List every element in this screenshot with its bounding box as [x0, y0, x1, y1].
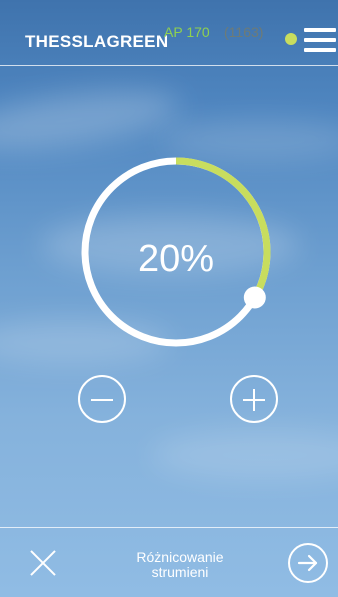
brand-logo: THESSLAGREEN — [25, 32, 169, 51]
cloud — [0, 79, 183, 161]
arrow-right-circle-icon — [297, 554, 318, 572]
increase-button[interactable] — [230, 375, 278, 423]
close-button[interactable] — [28, 548, 58, 578]
app-header: THESSLAGREEN AP 170 (1163) — [0, 0, 338, 66]
footer-label-line1: Różnicowanie — [136, 549, 224, 565]
device-model: AP 170 — [164, 24, 210, 40]
app-footer: Różnicowanie strumieni — [0, 527, 338, 597]
footer-label: Różnicowanie strumieni — [110, 550, 250, 580]
decrease-button[interactable] — [78, 375, 126, 423]
menu-bar — [304, 48, 336, 52]
next-button[interactable] — [288, 543, 328, 583]
menu-bar — [304, 28, 336, 32]
device-serial: (1163) — [224, 24, 264, 40]
plus-circle-icon-vertical — [253, 389, 255, 411]
minus-circle-icon — [91, 399, 113, 401]
menu-bar — [304, 38, 336, 42]
cloud — [150, 430, 338, 480]
status-indicator — [285, 33, 297, 45]
hamburger-menu-icon[interactable] — [304, 28, 336, 54]
dial-knob[interactable] — [243, 286, 266, 309]
intensity-dial[interactable]: 20% — [76, 152, 276, 352]
footer-label-line2: strumieni — [151, 564, 209, 580]
dial-value: 20% — [137, 238, 215, 280]
